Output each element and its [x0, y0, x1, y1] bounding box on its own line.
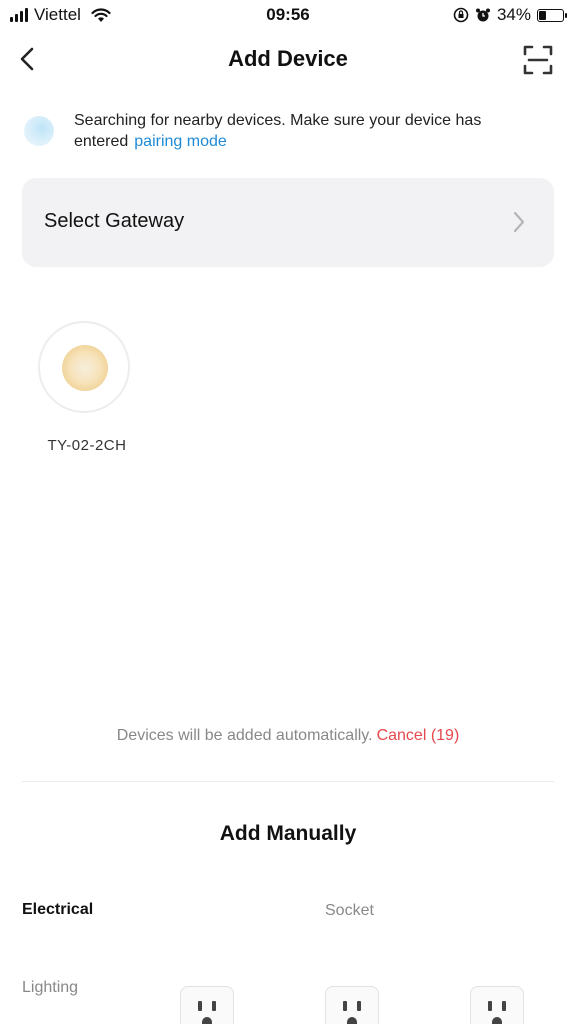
socket-device-tile[interactable] [470, 986, 524, 1024]
socket-icon [488, 1001, 492, 1011]
select-gateway-button[interactable]: Select Gateway [22, 178, 554, 267]
subcategory-socket: Socket [325, 902, 374, 919]
auto-add-note: Devices will be added automatically. Canc… [0, 727, 576, 745]
socket-slot [212, 1001, 216, 1011]
found-device[interactable]: TY-02-2CH [38, 321, 130, 454]
socket-slot [502, 1001, 506, 1011]
socket-icon [343, 1001, 347, 1011]
header: Add Device [0, 38, 576, 82]
orientation-lock-icon [453, 7, 469, 23]
socket-ground [492, 1017, 502, 1024]
device-avatar [38, 321, 130, 413]
searching-text: Searching for nearby devices. Make sure … [74, 110, 554, 152]
socket-device-tile[interactable] [180, 986, 234, 1024]
category-electrical[interactable]: Electrical [22, 901, 93, 919]
alarm-icon [475, 8, 490, 22]
pairing-mode-link[interactable]: pairing mode [134, 133, 227, 150]
socket-icon [198, 1001, 202, 1011]
cancel-button[interactable]: Cancel (19) [377, 727, 460, 744]
socket-ground [347, 1017, 357, 1024]
device-name: TY-02-2CH [47, 437, 127, 454]
divider [22, 781, 554, 782]
select-gateway-label: Select Gateway [44, 210, 185, 232]
auto-add-text: Devices will be added automatically. [116, 727, 373, 744]
device-image [62, 345, 108, 391]
socket-slot [357, 1001, 361, 1011]
category-lighting[interactable]: Lighting [22, 979, 78, 997]
add-device-screen: Viettel 09:56 34% Add Device Searching f… [0, 0, 576, 1024]
page-title: Add Device [228, 46, 348, 71]
scan-icon[interactable] [522, 44, 554, 76]
socket-ground [202, 1017, 212, 1024]
socket-device-tile[interactable] [325, 986, 379, 1024]
battery-percent: 34% [496, 5, 531, 24]
searching-radar-icon [24, 116, 54, 146]
status-bar: Viettel 09:56 34% [0, 0, 576, 30]
battery-level [539, 10, 546, 20]
battery-icon [537, 8, 567, 22]
chevron-right-icon [513, 211, 525, 233]
add-manually-title: Add Manually [219, 822, 357, 845]
status-right: 34% [453, 5, 567, 25]
